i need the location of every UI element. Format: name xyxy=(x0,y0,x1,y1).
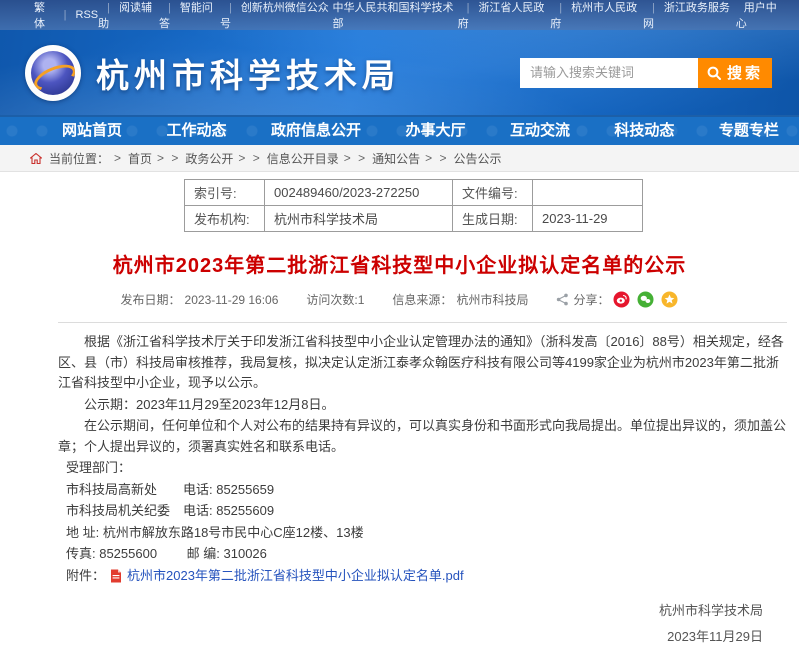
weibo-icon[interactable] xyxy=(613,291,630,308)
article-body: 根据《浙江省科学技术厅关于印发浙江省科技型中小企业认定管理办法的通知》（浙科发高… xyxy=(58,332,787,586)
breadcrumb-item-gov-open[interactable]: 政务公开 xyxy=(185,150,233,167)
search-icon xyxy=(707,66,721,80)
paragraph-objection: 在公示期间，任何单位和个人对公布的结果持有异议的，可以真实身份和书面形式向我局提… xyxy=(58,416,787,457)
contact-fax-postcode: 传真: 85255600 邮 编: 310026 xyxy=(58,544,787,565)
topbar-link-hangzhou-gov[interactable]: 杭州市人民政府 xyxy=(550,0,643,31)
signature-date: 2023年11月29日 xyxy=(0,624,763,650)
signature-org: 杭州市科学技术局 xyxy=(0,598,763,624)
breadcrumb-separator: > > xyxy=(425,151,448,165)
nav-item-tech-news[interactable]: 科技动态 xyxy=(614,117,674,145)
nav-item-interaction[interactable]: 互动交流 xyxy=(510,117,570,145)
paragraph-period: 公示期：2023年11月29至2023年12月8日。 xyxy=(58,395,787,416)
breadcrumb-item-home[interactable]: 首页 xyxy=(128,150,152,167)
topbar-link-wechat-account[interactable]: 创新杭州微信公众号 xyxy=(220,0,333,31)
share-label: 分享： xyxy=(573,291,609,308)
divider xyxy=(58,322,787,323)
index-number-value: 002489460/2023-272250 xyxy=(265,180,453,206)
share-icon xyxy=(556,293,569,306)
info-source-value: 杭州市科技局 xyxy=(456,291,528,308)
site-banner: 繁体 RSS 阅读辅助 智能问答 创新杭州微信公众号 中华人民共和国科学技术部 … xyxy=(0,0,799,115)
site-title: 杭州市科学技术局 xyxy=(96,49,400,97)
breadcrumb-item-notices[interactable]: 通知公告 xyxy=(372,150,420,167)
attachment-label: 附件： xyxy=(66,566,105,587)
table-row: 索引号: 002489460/2023-272250 文件编号: xyxy=(185,180,643,206)
site-logo[interactable] xyxy=(25,45,81,101)
logo-emblem-icon xyxy=(31,51,75,95)
topbar-link-zhejiang-gov[interactable]: 浙江省人民政府 xyxy=(458,0,551,31)
contact-discipline-committee: 市科技局机关纪委 电话: 85255609 xyxy=(58,501,787,522)
breadcrumb-separator: > xyxy=(114,151,123,165)
breadcrumb-item-info-catalog[interactable]: 信息公开目录 xyxy=(267,150,339,167)
publish-date-value: 2023-11-29 16:06 xyxy=(185,293,279,307)
topbar-left-links: 繁体 RSS 阅读辅助 智能问答 创新杭州微信公众号 xyxy=(34,0,333,31)
info-source-label: 信息来源： xyxy=(392,291,452,308)
publish-date: 发布日期： 2023-11-29 16:06 xyxy=(121,291,279,308)
nav-item-service-hall[interactable]: 办事大厅 xyxy=(405,117,465,145)
share-group: 分享： xyxy=(556,291,678,308)
table-row: 发布机构: 杭州市科学技术局 生成日期: 2023-11-29 xyxy=(185,206,643,232)
utility-topbar: 繁体 RSS 阅读辅助 智能问答 创新杭州微信公众号 中华人民共和国科学技术部 … xyxy=(0,0,799,30)
breadcrumb-item-announcements[interactable]: 公告公示 xyxy=(454,150,502,167)
accepting-department-heading: 受理部门： xyxy=(58,458,787,479)
issuing-org-value: 杭州市科学技术局 xyxy=(265,206,453,232)
contact-hightech-office: 市科技局高新处 电话: 85255659 xyxy=(58,480,787,501)
visit-count: 访问次数:1 xyxy=(306,291,364,308)
share-icons xyxy=(613,291,678,308)
topbar-link-rss[interactable]: RSS xyxy=(55,9,98,21)
paragraph-basis: 根据《浙江省科学技术厅关于印发浙江省科技型中小企业认定管理办法的通知》（浙科发高… xyxy=(58,332,787,394)
topbar-link-zhejiang-service[interactable]: 浙江政务服务网 xyxy=(643,0,736,31)
topbar-link-smart-qa[interactable]: 智能问答 xyxy=(159,0,220,31)
nav-item-special-topics[interactable]: 专题专栏 xyxy=(719,117,779,145)
issuing-org-label: 发布机构: xyxy=(185,206,265,232)
file-number-value xyxy=(533,180,643,206)
signature-block: 杭州市科学技术局 2023年11月29日 xyxy=(0,598,763,650)
issue-date-value: 2023-11-29 xyxy=(533,206,643,232)
wechat-icon[interactable] xyxy=(637,291,654,308)
contact-address: 地 址: 杭州市解放东路18号市民中心C座12楼、13楼 xyxy=(58,523,787,544)
search-button-label: 搜索 xyxy=(727,62,763,83)
nav-item-home[interactable]: 网站首页 xyxy=(62,117,122,145)
breadcrumb: 当前位置： > 首页 > > 政务公开 > > 信息公开目录 > > 通知公告 … xyxy=(0,145,799,172)
topbar-link-user-center[interactable]: 用户中心 xyxy=(736,0,785,31)
article-meta: 发布日期： 2023-11-29 16:06 访问次数:1 信息来源： 杭州市科… xyxy=(0,291,799,308)
pdf-icon xyxy=(110,569,122,583)
main-nav: 网站首页 工作动态 政府信息公开 办事大厅 互动交流 科技动态 专题专栏 xyxy=(0,115,799,145)
publish-date-label: 发布日期： xyxy=(121,291,181,308)
breadcrumb-separator: > > xyxy=(157,151,180,165)
search-input[interactable] xyxy=(520,58,698,88)
content-area: 索引号: 002489460/2023-272250 文件编号: 发布机构: 杭… xyxy=(0,179,799,650)
home-icon xyxy=(30,153,42,164)
nav-item-work-news[interactable]: 工作动态 xyxy=(166,117,226,145)
attachment-line: 附件： 杭州市2023年第二批浙江省科技型中小企业拟认定名单.pdf xyxy=(58,566,787,587)
attachment-link[interactable]: 杭州市2023年第二批浙江省科技型中小企业拟认定名单.pdf xyxy=(127,566,464,587)
info-source: 信息来源： 杭州市科技局 xyxy=(392,291,528,308)
search-button[interactable]: 搜索 xyxy=(698,58,772,88)
page-title: 杭州市2023年第二批浙江省科技型中小企业拟认定名单的公示 xyxy=(20,249,779,278)
qzone-star-icon[interactable] xyxy=(661,291,678,308)
topbar-right-links: 中华人民共和国科学技术部 浙江省人民政府 杭州市人民政府 浙江政务服务网 用户中… xyxy=(333,0,785,31)
index-number-label: 索引号: xyxy=(185,180,265,206)
doc-info-table: 索引号: 002489460/2023-272250 文件编号: 发布机构: 杭… xyxy=(184,179,643,232)
topbar-link-reading-aid[interactable]: 阅读辅助 xyxy=(98,0,159,31)
breadcrumb-separator: > > xyxy=(238,151,261,165)
topbar-link-traditional[interactable]: 繁体 xyxy=(34,0,55,31)
breadcrumb-separator: > > xyxy=(344,151,367,165)
search-bar: 搜索 xyxy=(520,58,772,88)
issue-date-label: 生成日期: xyxy=(453,206,533,232)
topbar-link-most[interactable]: 中华人民共和国科学技术部 xyxy=(333,0,458,31)
breadcrumb-prefix: 当前位置： xyxy=(49,150,109,167)
brand-row: 杭州市科学技术局 搜索 xyxy=(0,30,799,115)
file-number-label: 文件编号: xyxy=(453,180,533,206)
nav-item-gov-info[interactable]: 政府信息公开 xyxy=(271,117,361,145)
